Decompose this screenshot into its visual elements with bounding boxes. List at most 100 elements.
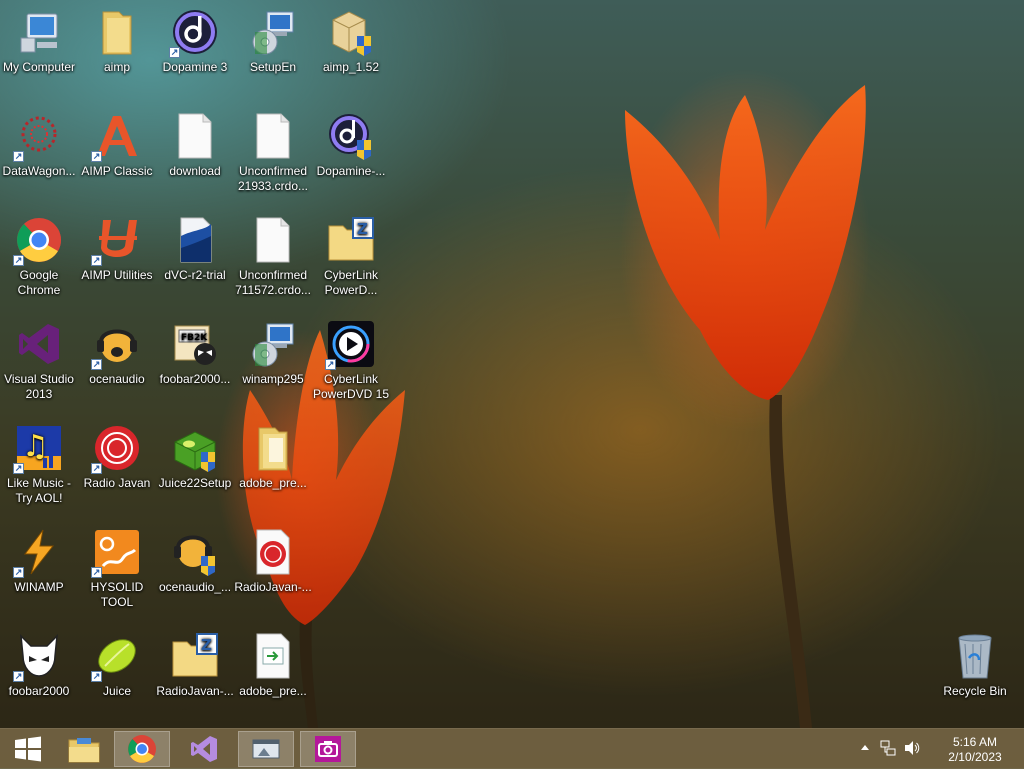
exe-file-icon [249,632,297,680]
ocenaudio-installer-icon [171,528,219,576]
taskbar: 5:16 AM 2/10/2023 [0,728,1024,769]
desktop-icon-foobar2000-installer[interactable]: FB2K foobar2000... [156,316,234,387]
desktop-icon-dvc-r2-trial[interactable]: dVC-r2-trial [156,212,234,283]
desktop-icon-recycle-bin[interactable]: Recycle Bin [936,628,1014,699]
desktop-icon-radiojavan-file[interactable]: RadioJavan-... [234,524,312,595]
desktop-icon-label: aimp [103,60,130,74]
desktop-icon-adobe-pre-folder[interactable]: adobe_pre... [234,420,312,491]
zip-folder-icon: Z [171,632,219,680]
file-icon [171,112,219,160]
clock-time: 5:16 AM [952,735,998,749]
desktop-icon-dopamine-installer[interactable]: Dopamine-... [312,108,390,179]
desktop-icon-visual-studio[interactable]: Visual Studio 2013 [0,316,78,402]
desktop-icon-label: DataWagon... [2,164,76,178]
desktop-icon-juice[interactable]: ↗ Juice [78,628,156,699]
desktop-icon-my-computer[interactable]: My Computer [0,4,78,75]
recycle-bin-icon [951,632,999,680]
file-explorer-button[interactable] [56,731,112,767]
desktop-icon-download[interactable]: download [156,108,234,179]
visual-studio-icon [191,736,217,762]
powerdvd-icon: ↗ [325,320,375,370]
shortcut-arrow-icon: ↗ [13,463,24,474]
file-icon [249,216,297,264]
desktop-icon-label: My Computer [2,60,76,74]
network-icon[interactable] [880,740,896,759]
desktop-icon-juice22setup[interactable]: Juice22Setup [156,420,234,491]
desktop-icon-label: CyberLink PowerDVD 15 [312,372,390,401]
desktop-icon-label: dVC-r2-trial [164,268,226,282]
chrome-taskbar-button[interactable] [114,731,170,767]
desktop-icon-ocenaudio-installer[interactable]: ocenaudio_... [156,524,234,595]
desktop-icon-unconfirmed-21933[interactable]: Unconfirmed 21933.crdo... [234,108,312,194]
desktop-icon-unconfirmed-711572[interactable]: Unconfirmed 711572.crdo... [234,212,312,298]
desktop-icon-aimp-utilities[interactable]: ↗ AIMP Utilities [78,212,156,283]
camera-icon [315,736,341,762]
desktop-icon-ocenaudio[interactable]: ↗ ocenaudio [78,316,156,387]
chevron-up-icon[interactable] [860,742,870,757]
aimp-utilities-icon: ↗ [91,216,141,266]
desktop-icon-adobe-pre-file[interactable]: adobe_pre... [234,628,312,699]
desktop-icon-label: Radio Javan [83,476,151,490]
desktop-icon-foobar2000[interactable]: ↗ foobar2000 [0,628,78,699]
dvc-icon [171,216,219,264]
desktop-icon-dopamine-3[interactable]: ↗ Dopamine 3 [156,4,234,75]
dopamine-icon: ↗ [169,8,219,58]
desktop-icon-label: adobe_pre... [239,476,307,490]
desktop-icon-winamp295[interactable]: winamp295 [234,316,312,387]
chrome-icon: ↗ [13,216,63,266]
shortcut-arrow-icon: ↗ [13,567,24,578]
ocenaudio-icon: ↗ [91,320,141,370]
desktop-icon-winamp[interactable]: ↗ WINAMP [0,524,78,595]
desktop-icon-label: foobar2000... [159,372,231,386]
desktop-icon-label: Google Chrome [17,268,61,297]
foobar-installer-icon: FB2K [171,320,219,368]
visual-studio-taskbar-button[interactable] [176,731,232,767]
juice-setup-icon [171,424,219,472]
start-button[interactable] [0,731,56,767]
desktop-icon-label: Dopamine 3 [162,60,228,74]
shortcut-arrow-icon: ↗ [91,151,102,162]
radio-javan-file-icon [249,528,297,576]
desktop-icon-label: CyberLink PowerD... [323,268,379,297]
shortcut-arrow-icon: ↗ [91,567,102,578]
speaker-icon[interactable] [904,740,920,759]
desktop-icon-datawagon[interactable]: ↗ DataWagon... [0,108,78,179]
shortcut-arrow-icon: ↗ [91,255,102,266]
desktop-icon-like-music[interactable]: ♫ ↗ Like Music - Try AOL! [0,420,78,506]
desktop-icon-aimp-1-52[interactable]: aimp_1.52 [312,4,390,75]
desktop-icon-label: Unconfirmed 21933.crdo... [237,164,309,193]
shortcut-arrow-icon: ↗ [91,359,102,370]
aimp-classic-icon: ↗ [91,112,141,162]
file-icon [249,112,297,160]
desktop-icon-radiojavan-zip[interactable]: Z RadioJavan-... [156,628,234,699]
desktop-icon-label: download [169,164,221,178]
window-taskbar-button[interactable] [238,731,294,767]
svg-text:FB2K: FB2K [181,333,208,343]
juice-icon: ↗ [91,632,141,682]
desktop-icon-label: RadioJavan-... [156,684,234,698]
desktop-icon-label: winamp295 [242,372,304,386]
radio-javan-icon: ↗ [91,424,141,474]
desktop-icon-label: Juice22Setup [158,476,232,490]
winamp-icon: ↗ [13,528,63,578]
desktop-icon-label: foobar2000 [8,684,70,698]
desktop-icon-aimp-folder[interactable]: aimp [78,4,156,75]
folder-icon [249,424,297,472]
shortcut-arrow-icon: ↗ [13,255,24,266]
desktop-icon-cyberlink-powerdvd-15[interactable]: ↗ CyberLink PowerDVD 15 [312,316,390,402]
desktop-icon-label: Unconfirmed 711572.crdo... [235,268,311,297]
desktop-icon-hysolid-tool[interactable]: ↗ HYSOLID TOOL [78,524,156,610]
foobar-icon: ↗ [13,632,63,682]
file-explorer-icon [68,738,100,763]
desktop-icon-aimp-classic[interactable]: ↗ AIMP Classic [78,108,156,179]
desktop-icon-radio-javan[interactable]: ↗ Radio Javan [78,420,156,491]
desktop-icon-google-chrome[interactable]: ↗ Google Chrome [0,212,78,298]
desktop-icon-label: ocenaudio_... [158,580,232,594]
camera-taskbar-button[interactable] [300,731,356,767]
system-tray: 5:16 AM 2/10/2023 [854,729,1024,769]
clock[interactable]: 5:16 AM 2/10/2023 [940,735,1010,765]
installer-icon [327,8,375,56]
desktop-icon-setupen[interactable]: SetupEn [234,4,312,75]
desktop-icon-label: AIMP Utilities [81,268,153,282]
desktop-icon-cyberlink-powerd-zip[interactable]: Z CyberLink PowerD... [312,212,390,298]
